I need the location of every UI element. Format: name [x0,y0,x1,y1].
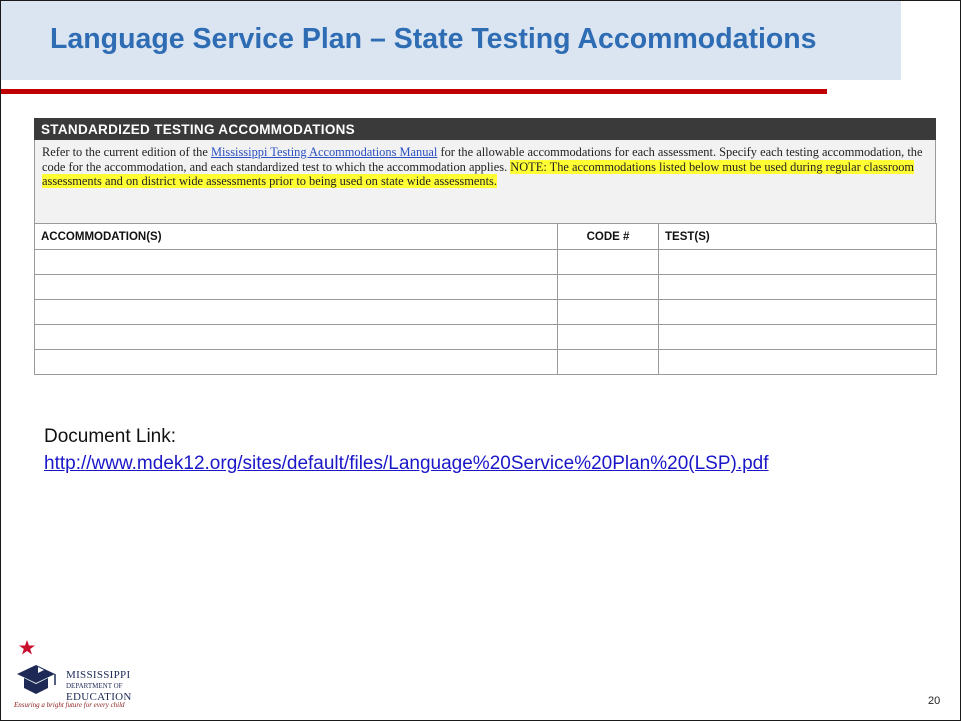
page-number: 20 [928,695,941,707]
column-header-tests: TEST(S) [658,223,937,250]
test-cell[interactable] [658,349,937,375]
table-row [34,324,937,350]
test-cell[interactable] [658,324,937,350]
code-cell[interactable] [557,324,659,350]
code-cell[interactable] [557,349,659,375]
accommodations-manual-link[interactable]: Mississippi Testing Accommodations Manua… [211,145,437,159]
logo-line-1: MISSISSIPPI [66,669,131,681]
test-cell[interactable] [658,249,937,275]
column-header-accommodations: ACCOMMODATION(S) [34,223,558,250]
section-header-text: STANDARDIZED TESTING ACCOMMODATIONS [41,122,355,137]
title-underline [1,89,827,94]
accommodation-cell[interactable] [34,299,558,325]
accommodation-cell[interactable] [34,324,558,350]
mde-logo-icon [17,640,56,694]
table-row [34,349,937,375]
logo-tagline: Ensuring a bright future for every child [14,701,125,709]
table-row [34,299,937,325]
table-header-row: ACCOMMODATION(S) CODE # TEST(S) [34,223,937,250]
title-band: Language Service Plan – State Testing Ac… [1,1,901,80]
accommodation-cell[interactable] [34,249,558,275]
test-cell[interactable] [658,274,937,300]
code-cell[interactable] [557,274,659,300]
intro-paragraph: Refer to the current edition of the Miss… [42,145,928,189]
table-row [34,249,937,275]
intro-text: Refer to the current edition of the [42,145,211,159]
mde-logo: MISSISSIPPI DEPARTMENT OF EDUCATION Ensu… [14,640,154,710]
accommodations-table: ACCOMMODATION(S) CODE # TEST(S) [34,223,937,375]
code-cell[interactable] [557,299,659,325]
test-cell[interactable] [658,299,937,325]
document-link-label: Document Link: [44,426,177,447]
document-excerpt: STANDARDIZED TESTING ACCOMMODATIONS Refe… [34,118,937,385]
column-header-code: CODE # [557,223,659,250]
accommodation-cell[interactable] [34,274,558,300]
code-cell[interactable] [557,249,659,275]
logo-wordmark: MISSISSIPPI DEPARTMENT OF EDUCATION [66,670,132,703]
document-link[interactable]: http://www.mdek12.org/sites/default/file… [44,450,894,477]
section-header: STANDARDIZED TESTING ACCOMMODATIONS [34,118,936,140]
table-row [34,274,937,300]
slide-title: Language Service Plan – State Testing Ac… [50,23,817,55]
accommodation-cell[interactable] [34,349,558,375]
